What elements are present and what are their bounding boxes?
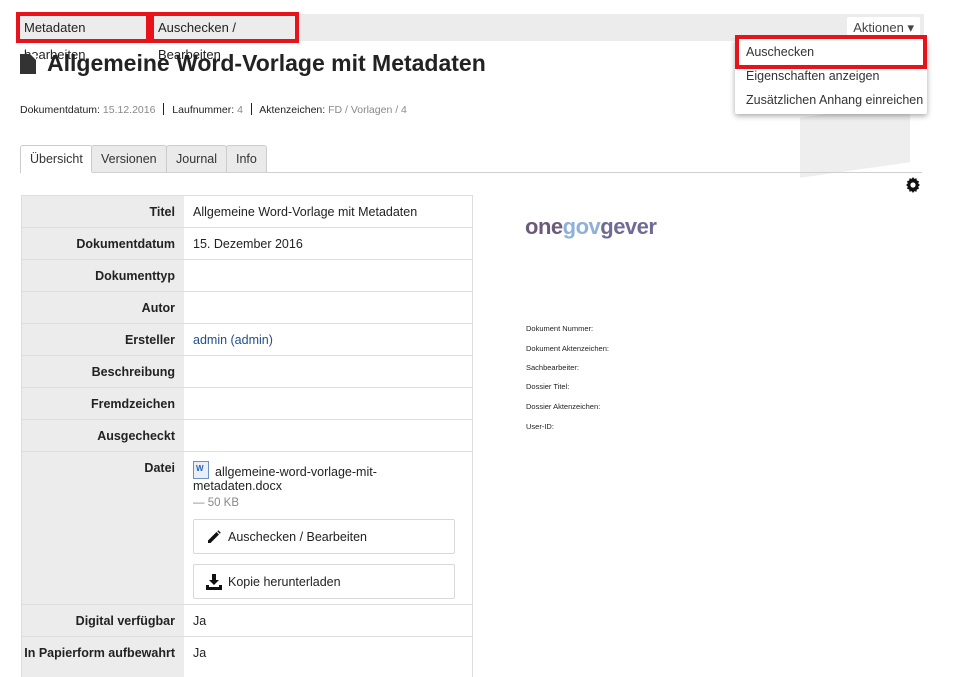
meta-ref-value: FD / Vorlagen / 4 [328, 104, 407, 116]
meta-seq-value: 4 [237, 104, 243, 116]
preview-field: User-ID: [526, 422, 554, 431]
creator-link[interactable]: admin (admin) [193, 333, 273, 347]
download-icon [206, 574, 222, 590]
tab-info[interactable]: Info [226, 145, 267, 172]
file-size: — 50 KB [193, 497, 240, 509]
edit-metadata-button[interactable]: Metadaten bearbeiten [16, 12, 150, 62]
meta-date-label: Dokumentdatum: [20, 104, 100, 116]
row-value [184, 420, 472, 451]
row-value [184, 388, 472, 419]
document-icon [20, 54, 36, 74]
preview-field: Dossier Titel: [526, 382, 570, 391]
onegovgever-logo: onegovgever [525, 214, 657, 239]
table-row: Ausgecheckt [22, 420, 472, 452]
overview-table: Titel Allgemeine Word-Vorlage mit Metada… [21, 195, 473, 677]
row-label: Fremdzeichen [22, 388, 184, 419]
row-value [184, 292, 472, 323]
download-copy-button[interactable]: Kopie herunterladen [193, 564, 455, 599]
table-row: Fremdzeichen [22, 388, 472, 420]
pencil-icon [208, 530, 221, 543]
row-label: In Papierform aufbewahrt [22, 637, 184, 677]
row-label: Ersteller [22, 324, 184, 355]
row-value: Ja [193, 614, 207, 628]
table-row: Dokumenttyp [22, 260, 472, 292]
table-row: Beschreibung [22, 356, 472, 388]
checkout-edit-button[interactable]: Auschecken / Bearbeiten [150, 12, 299, 62]
table-row: In Papierform aufbewahrt Ja [22, 637, 472, 677]
document-meta: Dokumentdatum: 15.12.2016 Laufnummer: 4 … [20, 103, 407, 116]
row-value: Ja [193, 646, 207, 660]
menu-item-add-attachment[interactable]: Zusätzlichen Anhang einreichen [746, 93, 923, 107]
preview-field: Dokument Aktenzeichen: [526, 344, 609, 353]
preview-field: Sachbearbeiter: [526, 363, 579, 372]
meta-date-value: 15.12.2016 [102, 104, 156, 116]
preview-field: Dossier Aktenzeichen: [526, 402, 601, 411]
word-file-icon [193, 461, 209, 479]
gear-icon[interactable] [905, 177, 921, 193]
menu-item-show-properties[interactable]: Eigenschaften anzeigen [746, 69, 879, 83]
meta-ref-label: Aktenzeichen: [259, 104, 326, 116]
page-title: Allgemeine Word-Vorlage mit Metadaten [47, 50, 486, 76]
row-label: Ausgecheckt [22, 420, 184, 451]
checkout-edit-file-label: Auschecken / Bearbeiten [228, 530, 367, 544]
actions-dropdown: Auschecken Eigenschaften anzeigen Zusätz… [735, 35, 927, 114]
table-row: Titel Allgemeine Word-Vorlage mit Metada… [22, 196, 472, 228]
row-label: Autor [22, 292, 184, 323]
row-value: allgemeine-word-vorlage-mit-metadaten.do… [184, 452, 472, 604]
row-label: Beschreibung [22, 356, 184, 387]
row-label: Digital verfügbar [22, 605, 184, 636]
row-value [184, 356, 472, 387]
download-copy-label: Kopie herunterladen [228, 575, 341, 589]
row-value: admin (admin) [184, 324, 472, 355]
row-value: Allgemeine Word-Vorlage mit Metadaten [193, 205, 418, 219]
table-row: Autor [22, 292, 472, 324]
meta-seq-label: Laufnummer: [172, 104, 235, 116]
table-row: Digital verfügbar Ja [22, 605, 472, 637]
table-row: Dokumentdatum 15. Dezember 2016 [22, 228, 472, 260]
preview-field: Dokument Nummer: [526, 324, 594, 333]
row-value [184, 260, 472, 291]
row-label: Dokumentdatum [22, 228, 184, 259]
row-label: Datei [22, 452, 184, 604]
tab-journal[interactable]: Journal [166, 145, 227, 172]
tab-overview[interactable]: Übersicht [20, 145, 93, 173]
row-label: Dokumenttyp [22, 260, 184, 291]
table-row: Ersteller admin (admin) [22, 324, 472, 356]
table-row: Datei allgemeine-word-vorlage-mit-metada… [22, 452, 472, 605]
menu-item-checkout[interactable]: Auschecken [746, 45, 814, 59]
file-name[interactable]: allgemeine-word-vorlage-mit-metadaten.do… [193, 465, 377, 493]
row-value: 15. Dezember 2016 [193, 237, 303, 251]
tab-versions[interactable]: Versionen [91, 145, 167, 172]
row-label: Titel [22, 196, 184, 227]
checkout-edit-file-button[interactable]: Auschecken / Bearbeiten [193, 519, 455, 554]
